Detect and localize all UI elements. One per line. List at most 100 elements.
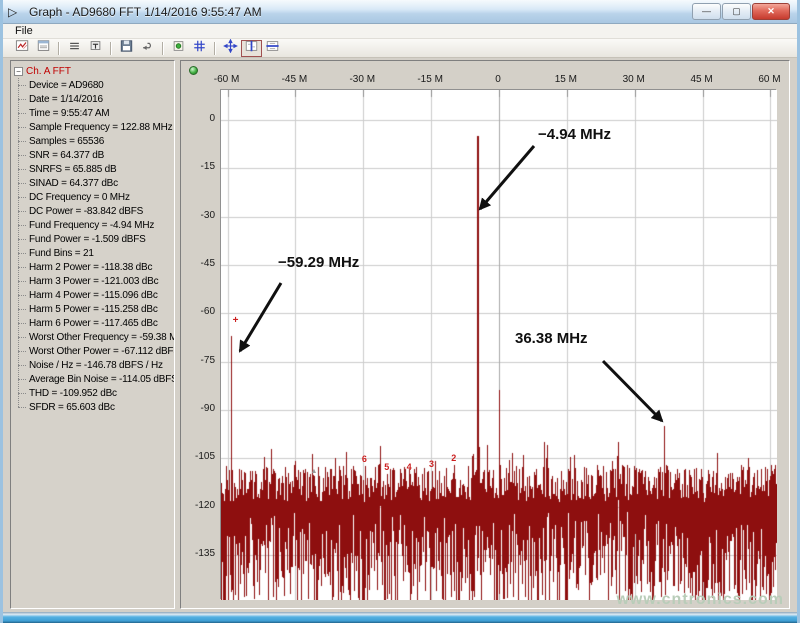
graph-settings-button[interactable] [12,40,33,57]
split-horizontal-button[interactable] [262,40,283,57]
legend-button[interactable] [168,40,189,57]
tree-item-label: Average Bin Noise = -114.05 dBFS [29,374,175,385]
fft-results-tree[interactable]: − Ch. A FFT Device = AD9680 Date = 1/14/2… [10,60,175,609]
tree-branch-icon [18,127,26,128]
tree-item[interactable]: Harm 4 Power = -115.096 dBc [18,288,173,302]
tree-item-label: SFDR = 65.603 dBc [29,402,115,413]
tree-item[interactable]: Worst Other Frequency = -59.38 MHz [18,330,173,344]
y-tick-label: -30 [183,210,215,221]
tree-item[interactable]: SNRFS = 65.885 dB [18,162,173,176]
tree-item[interactable]: Worst Other Power = -67.112 dBFS [18,344,173,358]
tree-item[interactable]: Time = 9:55:47 AM [18,106,173,120]
tree-item-label: Harm 3 Power = -121.003 dBc [29,276,158,287]
toolbar-separator [214,42,216,55]
pan-button[interactable] [220,40,241,57]
tree-item[interactable]: Harm 5 Power = -115.258 dBc [18,302,173,316]
collapse-expander-icon[interactable]: − [14,67,23,76]
tree-item-label: Fund Frequency = -4.94 MHz [29,220,154,231]
watermark: www.cntronics.com [616,591,784,609]
tree-item-label: SNRFS = 65.885 dB [29,164,116,175]
spectrum-canvas[interactable] [221,90,777,600]
tree-item[interactable]: DC Frequency = 0 MHz [18,190,173,204]
data-list-button[interactable] [64,40,85,57]
window-bottom-border [3,612,797,623]
tree-branch-icon [18,281,26,282]
tree-item-label: Worst Other Frequency = -59.38 MHz [29,332,175,343]
export-icon [140,39,155,58]
tree-item[interactable]: DC Power = -83.842 dBFS [18,204,173,218]
toolbar-separator [162,42,164,55]
content-area: − Ch. A FFT Device = AD9680 Date = 1/14/2… [6,59,794,612]
tree-branch-icon [18,267,26,268]
tree-item[interactable]: Noise / Hz = -146.78 dBFS / Hz [18,358,173,372]
annotation-label: −59.29 MHz [278,254,359,271]
tree-branch-icon [18,337,26,338]
tree-branch-icon [18,295,26,296]
minimize-button[interactable]: — [692,3,721,20]
export-button[interactable] [137,40,158,57]
graph-settings-icon [15,39,30,58]
maximize-button[interactable]: ▢ [722,3,751,20]
tree-item[interactable]: SNR = 64.377 dB [18,148,173,162]
tree-item[interactable]: Date = 1/14/2016 [18,92,173,106]
cursor-icon [88,39,103,58]
tree-item-label: SINAD = 64.377 dBc [29,178,118,189]
cursor-button[interactable] [85,40,106,57]
menu-bar: File [3,24,797,39]
tree-item[interactable]: Harm 2 Power = -118.38 dBc [18,260,173,274]
tree-branch-icon [18,183,26,184]
tree-item[interactable]: Sample Frequency = 122.88 MHz [18,120,173,134]
x-tick-label: -60 M [210,74,244,85]
gray-blip-icon: ▲ [310,469,317,474]
tree-item[interactable]: SINAD = 64.377 dBc [18,176,173,190]
y-tick-label: -15 [183,161,215,172]
tree-item[interactable]: SFDR = 65.603 dBc [18,400,173,414]
tree-item-label: DC Frequency = 0 MHz [29,192,130,203]
tree-item-label: Noise / Hz = -146.78 dBFS / Hz [29,360,163,371]
toolbar-separator [110,42,112,55]
tree-branch-icon [18,323,26,324]
legend-icon [171,39,186,58]
tree-item[interactable]: Average Bin Noise = -114.05 dBFS [18,372,173,386]
tree-item[interactable]: Fund Frequency = -4.94 MHz [18,218,173,232]
close-button[interactable]: ✕ [752,3,790,20]
split-vertical-button[interactable] [241,40,262,57]
tree-item-label: DC Power = -83.842 dBFS [29,206,143,217]
tree-item-label: SNR = 64.377 dB [29,150,104,161]
y-tick-label: -60 [183,306,215,317]
report-button[interactable] [33,40,54,57]
tree-item[interactable]: Device = AD9680 [18,78,173,92]
save-button[interactable] [116,40,137,57]
title-bar[interactable]: ▷ Graph - AD9680 FFT 1/14/2016 9:55:47 A… [3,0,797,24]
tree-branch-icon [18,141,26,142]
menu-file[interactable]: File [10,25,38,37]
split-vertical-icon [244,39,259,58]
tree-item[interactable]: Harm 6 Power = -117.465 dBc [18,316,173,330]
tree-item-label: Fund Power = -1.509 dBFS [29,234,146,245]
tree-branch-icon [18,365,26,366]
y-tick-label: -75 [183,355,215,366]
tree-root-label[interactable]: Ch. A FFT [26,66,71,77]
tree-item-label: Fund Bins = 21 [29,248,94,259]
harmonic-marker: 5 [384,462,389,472]
x-tick-label: 0 [481,74,515,85]
grid-button[interactable] [189,40,210,57]
window-title: Graph - AD9680 FFT 1/14/2016 9:55:47 AM [29,5,262,19]
app-run-icon: ▷ [8,5,24,19]
tree-item-label: Date = 1/14/2016 [29,94,103,105]
toolbar [3,39,797,58]
harmonic-marker: 6 [362,454,367,464]
tree-item[interactable]: THD = -109.952 dBc [18,386,173,400]
tree-item[interactable]: Fund Bins = 21 [18,246,173,260]
tree-item-label: Device = AD9680 [29,80,104,91]
tree-item[interactable]: Samples = 65536 [18,134,173,148]
x-tick-label: 30 M [617,74,651,85]
tree-root-row[interactable]: − Ch. A FFT [14,64,173,78]
tree-item[interactable]: Harm 3 Power = -121.003 dBc [18,274,173,288]
harmonic-marker: 3 [429,459,434,469]
fft-plot[interactable]: −4.94 MHz−59.29 MHz36.38 MHz23456+▲ [220,89,776,599]
y-tick-label: -135 [183,548,215,559]
tree-item[interactable]: Fund Power = -1.509 dBFS [18,232,173,246]
tree-item-label: Worst Other Power = -67.112 dBFS [29,346,175,357]
x-tick-label: 45 M [685,74,719,85]
